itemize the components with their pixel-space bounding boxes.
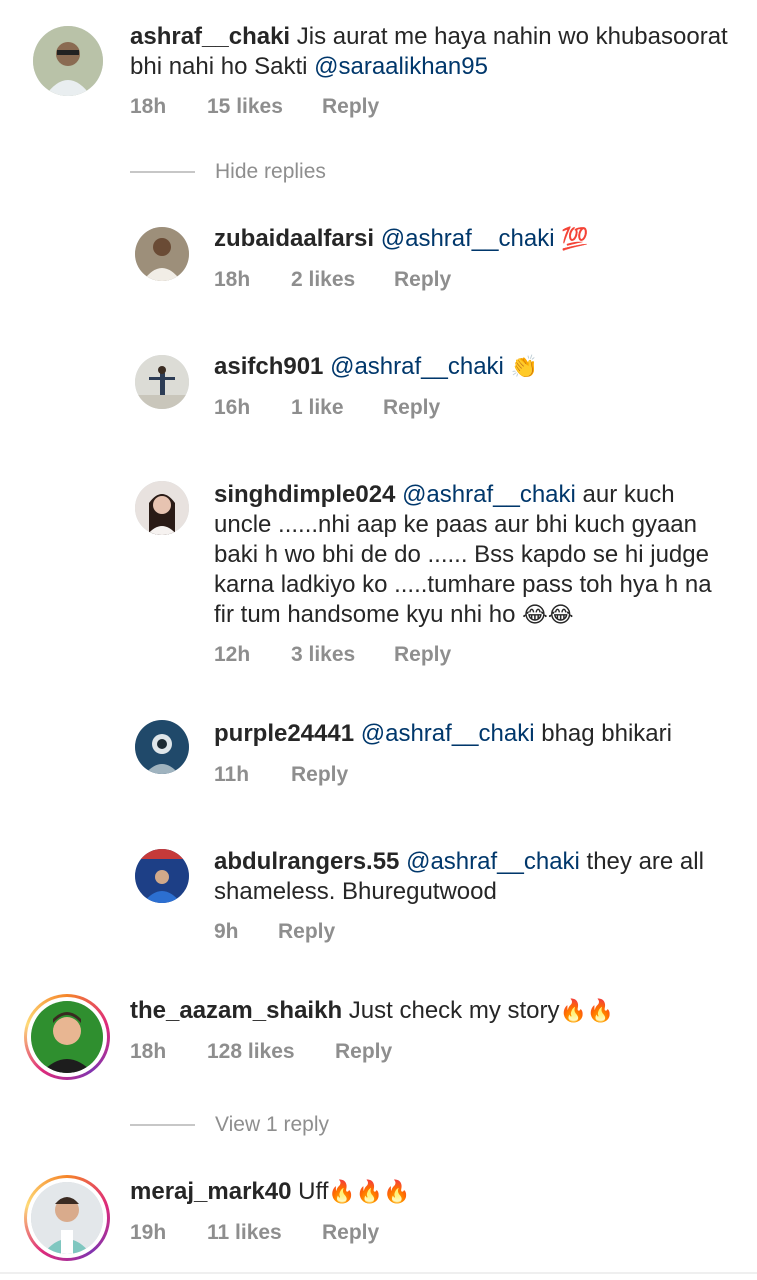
- mention-link[interactable]: @ashraf__chaki: [406, 848, 580, 875]
- hide-replies-label[interactable]: Hide replies: [215, 160, 326, 184]
- comment-body: bhag bhikari: [534, 720, 672, 747]
- hide-replies-toggle[interactable]: Hide replies: [130, 160, 326, 184]
- user-avatar[interactable]: [135, 227, 189, 281]
- emoji-text: 🔥🔥🔥: [328, 1180, 411, 1205]
- likes-count[interactable]: 3 likes: [291, 643, 394, 667]
- reply-button[interactable]: Reply: [322, 95, 379, 119]
- reply-button[interactable]: Reply: [278, 920, 335, 944]
- mention-link[interactable]: @ashraf__chaki: [402, 481, 576, 508]
- user-avatar[interactable]: [31, 1001, 103, 1073]
- mention-link[interactable]: @ashraf__chaki: [361, 720, 535, 747]
- reply-button[interactable]: Reply: [335, 1040, 392, 1064]
- likes-count[interactable]: 1 like: [291, 396, 383, 420]
- emoji-text: 🔥🔥: [559, 999, 615, 1024]
- comment-text: ashraf__chaki Jis aurat me haya nahin wo…: [130, 22, 730, 82]
- comment-time: 18h: [130, 95, 167, 118]
- username-link[interactable]: the_aazam_shaikh: [130, 997, 342, 1024]
- comment-time: 12h: [214, 643, 251, 666]
- emoji-text: 😂😂: [522, 603, 574, 628]
- username-link[interactable]: abdulrangers.55: [214, 848, 399, 875]
- username-link[interactable]: asifch901: [214, 353, 323, 380]
- view-replies-toggle[interactable]: View 1 reply: [130, 1113, 329, 1137]
- divider: [130, 1124, 195, 1126]
- user-avatar[interactable]: [31, 1182, 103, 1254]
- story-ring[interactable]: [24, 1175, 110, 1261]
- view-replies-label[interactable]: View 1 reply: [215, 1113, 329, 1137]
- user-avatar[interactable]: [135, 481, 189, 535]
- reply-button[interactable]: Reply: [394, 268, 451, 292]
- comment-body: Uff: [298, 1178, 329, 1205]
- username-link[interactable]: zubaidaalfarsi: [214, 225, 374, 252]
- reply-button[interactable]: Reply: [291, 763, 348, 787]
- likes-count[interactable]: 2 likes: [291, 268, 394, 292]
- emoji-text: 💯: [561, 227, 589, 252]
- user-avatar[interactable]: [135, 849, 189, 903]
- username-link[interactable]: purple24441: [214, 720, 354, 747]
- mention-link[interactable]: @ashraf__chaki: [381, 225, 555, 252]
- user-avatar[interactable]: [135, 720, 189, 774]
- reply-button[interactable]: Reply: [322, 1221, 379, 1245]
- reply-button[interactable]: Reply: [394, 643, 451, 667]
- username-link[interactable]: ashraf__chaki: [130, 23, 290, 50]
- likes-count[interactable]: 128 likes: [207, 1040, 335, 1064]
- username-link[interactable]: meraj_mark40: [130, 1178, 291, 1205]
- comment-body: Just check my story: [348, 997, 560, 1024]
- emoji-text: 👏: [510, 355, 538, 380]
- username-link[interactable]: singhdimple024: [214, 481, 395, 508]
- mention-link[interactable]: @ashraf__chaki: [330, 353, 504, 380]
- likes-count[interactable]: 11 likes: [207, 1221, 322, 1245]
- divider: [130, 171, 195, 173]
- bottom-divider: [0, 1272, 757, 1274]
- user-avatar[interactable]: [135, 355, 189, 409]
- user-avatar[interactable]: [33, 26, 103, 96]
- comment-time: 18h: [214, 268, 251, 291]
- reply-button[interactable]: Reply: [383, 396, 440, 420]
- likes-count[interactable]: 15 likes: [207, 95, 322, 119]
- comment-time: 18h: [130, 1040, 167, 1063]
- comment-time: 9h: [214, 920, 239, 943]
- comment-time: 16h: [214, 396, 251, 419]
- mention-link[interactable]: @saraalikhan95: [314, 53, 488, 80]
- story-ring[interactable]: [24, 994, 110, 1080]
- comment-time: 19h: [130, 1221, 167, 1244]
- comment-time: 11h: [214, 763, 250, 786]
